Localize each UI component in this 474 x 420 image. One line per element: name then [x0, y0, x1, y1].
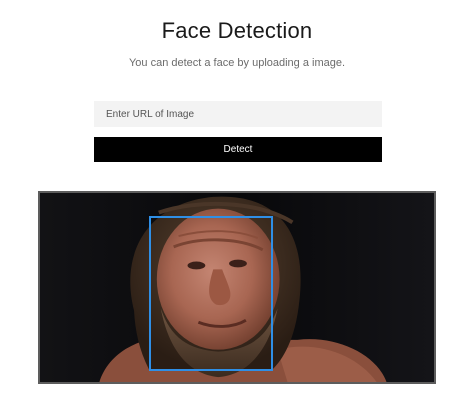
- image-url-input[interactable]: [94, 101, 382, 127]
- page-title: Face Detection: [161, 18, 313, 43]
- face-bounding-box: [149, 216, 273, 371]
- page-subtitle: You can detect a face by uploading a ima…: [128, 57, 346, 69]
- detect-button[interactable]: Detect: [94, 137, 382, 162]
- face-detection-page: Face Detection You can detect a face by …: [0, 0, 474, 420]
- detection-image-frame: [38, 191, 436, 384]
